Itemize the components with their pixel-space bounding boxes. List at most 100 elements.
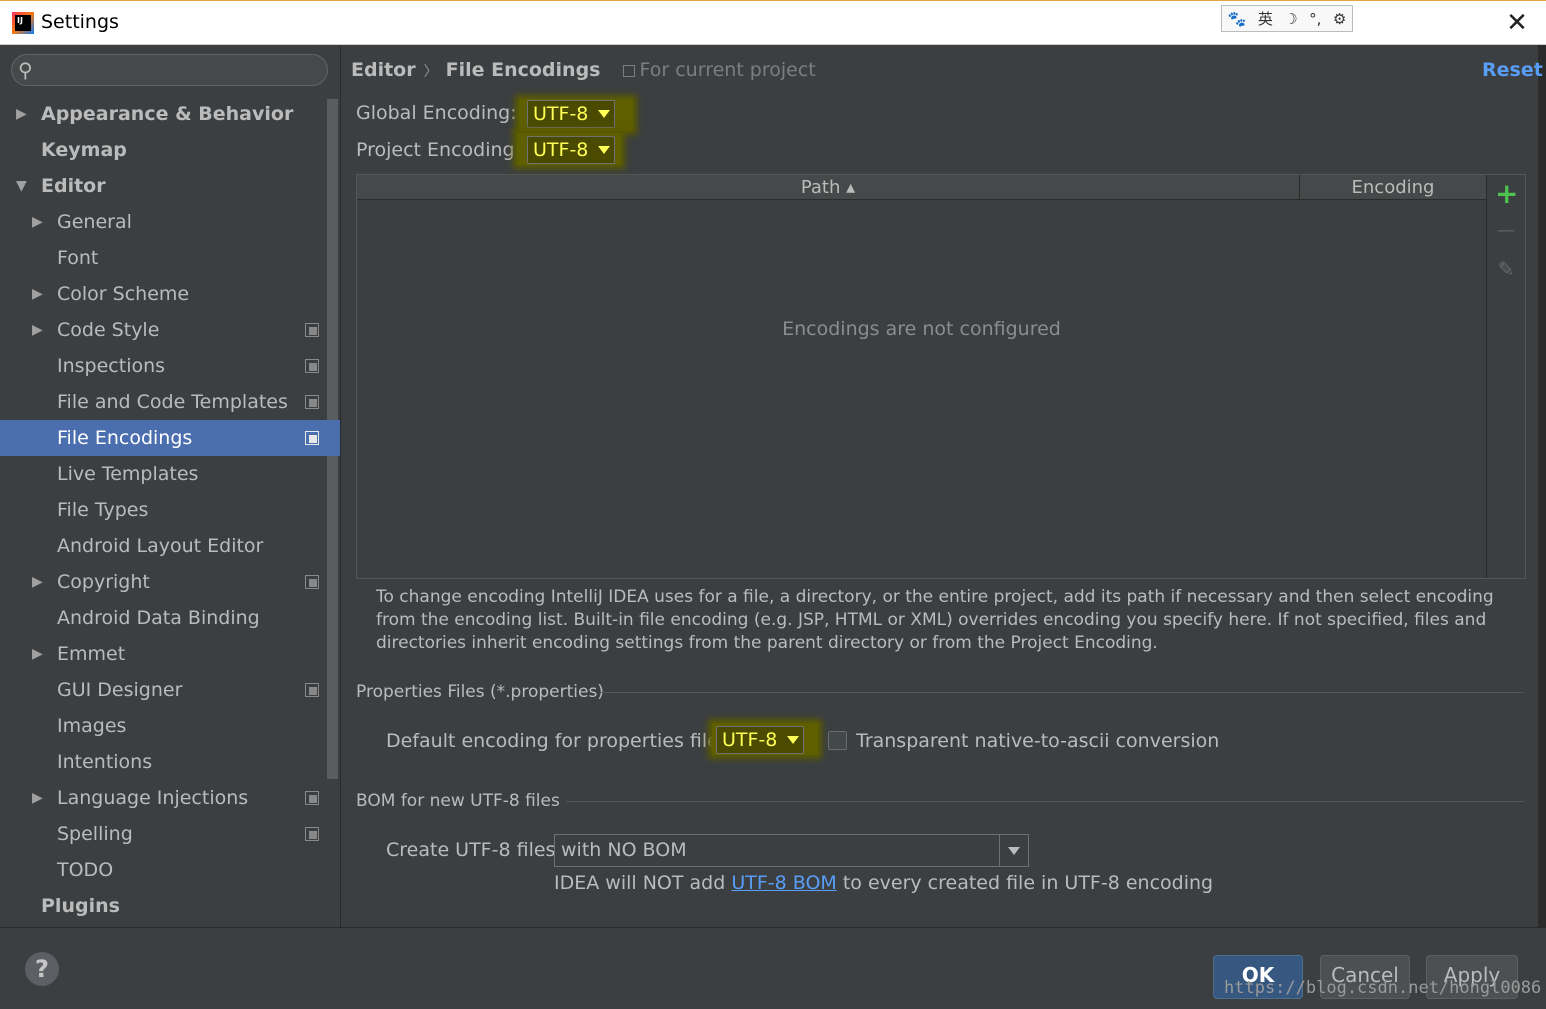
project-scope-icon [622,65,635,77]
sidebar-item[interactable]: ▶ Copyright [0,564,340,600]
sidebar-item-label: TODO [57,859,114,881]
sidebar-item-label: File Types [57,499,149,521]
sidebar-item[interactable]: File Encodings [0,420,340,456]
sidebar-item[interactable]: GUI Designer [0,672,340,708]
ime-language-toggle[interactable]: 英 [1258,8,1273,29]
breadcrumb-parent: Editor [351,59,416,81]
bom-note-prefix: IDEA will NOT add [554,872,732,894]
close-icon[interactable]: ✕ [1504,9,1530,37]
sidebar-item-label: Live Templates [57,463,199,485]
sidebar-item[interactable]: File and Code Templates [0,384,340,420]
sidebar-item[interactable]: ▶ Color Scheme [0,276,340,312]
transparent-conversion-checkbox[interactable] [828,731,847,750]
sidebar-item-label: Copyright [57,571,150,593]
breadcrumb-separator: 〉 [423,64,438,80]
bom-section-title: BOM for new UTF-8 files [356,791,560,811]
sidebar-item-label: Inspections [57,355,166,377]
global-encoding-value: UTF-8 [533,103,589,125]
transparent-conversion-label[interactable]: Transparent native-to-ascii conversion [856,730,1219,752]
sidebar-item[interactable]: TODO [0,852,340,888]
project-encoding-value: UTF-8 [533,139,589,161]
sidebar-item-label: Language Injections [57,787,249,809]
project-scope-icon [305,431,319,445]
project-scope-icon [305,395,319,409]
add-icon[interactable]: + [1495,180,1518,208]
bom-note-suffix: to every created file in UTF-8 encoding [836,872,1214,894]
project-scope-icon [305,359,319,373]
expand-right-icon[interactable]: ▶ [32,204,43,240]
sidebar-item-label: File Encodings [57,427,193,449]
properties-section-title: Properties Files (*.properties) [356,682,604,702]
expand-right-icon[interactable]: ▶ [32,312,43,348]
sidebar-item[interactable]: Keymap [0,132,340,168]
create-utf8-value: with NO BOM [561,839,687,861]
global-encoding-select[interactable]: UTF-8 [527,100,615,128]
sidebar-item-label: Plugins [41,895,120,917]
expand-right-icon[interactable]: ▶ [32,564,43,600]
sidebar-item[interactable]: ▶ Code Style [0,312,340,348]
sidebar-item[interactable]: ▶ Appearance & Behavior [0,96,340,132]
window-title: Settings [41,11,119,33]
remove-icon[interactable]: — [1495,220,1517,242]
sidebar-item[interactable]: ▶ General [0,204,340,240]
sidebar-item[interactable]: ▶ Language Injections [0,780,340,816]
breadcrumb-current: File Encodings [445,59,601,81]
scope-label: For current project [639,59,816,81]
section-divider [600,692,1524,693]
expand-right-icon[interactable]: ▶ [32,276,43,312]
ime-punctuation-icon[interactable]: °, [1309,10,1321,28]
column-header-encoding[interactable]: Encoding [1300,175,1486,200]
sidebar-item[interactable]: Android Layout Editor [0,528,340,564]
chevron-down-icon[interactable] [999,835,1028,866]
sidebar-item[interactable]: ▶ Emmet [0,636,340,672]
sidebar-item[interactable]: Spelling [0,816,340,852]
create-utf8-label: Create UTF-8 files: [386,839,562,861]
ime-logo-icon[interactable]: 🐾 [1228,10,1247,28]
utf8-bom-link[interactable]: UTF-8 BOM [731,872,836,894]
sidebar-item[interactable]: Android Data Binding [0,600,340,636]
project-encoding-select[interactable]: UTF-8 [527,136,615,164]
sidebar-item[interactable]: ▼ Editor [0,168,340,204]
project-scope-icon [305,791,319,805]
encoding-mappings-table[interactable]: Path ▴ Encoding Encodings are not config… [356,174,1526,579]
properties-encoding-select[interactable]: UTF-8 [716,726,804,754]
ime-moon-icon[interactable]: ☽ [1284,10,1297,28]
sidebar-item[interactable]: File Types [0,492,340,528]
project-scope-icon [305,323,319,337]
sidebar-item[interactable]: Intentions [0,744,340,780]
help-button[interactable]: ? [25,952,59,986]
expand-right-icon[interactable]: ▶ [16,96,27,132]
create-utf8-select[interactable]: with NO BOM [554,834,1029,867]
sidebar-item-label: File and Code Templates [57,391,288,413]
sidebar-item[interactable]: Images [0,708,340,744]
sidebar-item-label: GUI Designer [57,679,183,701]
sidebar-item[interactable]: Live Templates [0,456,340,492]
expand-down-icon[interactable]: ▼ [16,168,27,204]
watermark-text: https://blog.csdn.net/hongl0086 [1224,978,1542,998]
ime-toolbar[interactable]: 🐾 英 ☽ °, ⚙ [1221,5,1353,32]
sidebar-item[interactable]: Plugins [0,888,340,924]
sidebar-item[interactable]: Font [0,240,340,276]
expand-right-icon[interactable]: ▶ [32,780,43,816]
default-properties-encoding-label: Default encoding for properties files: [386,730,736,752]
reset-link[interactable]: Reset [1482,59,1543,81]
search-input[interactable]: ⚲ [11,54,328,86]
sidebar-item-label: Emmet [57,643,126,665]
encoding-description: To change encoding IntelliJ IDEA uses fo… [376,587,1494,653]
sidebar-item-label: Font [57,247,99,269]
window-right-edge [1538,45,1546,927]
sidebar-item-label: Editor [41,175,106,197]
sidebar-item-label: General [57,211,132,233]
settings-sidebar: ⚲ ▶ Appearance & Behavior Keymap ▼ Editor ▶ Ge… [0,45,341,927]
ime-settings-icon[interactable]: ⚙ [1333,10,1346,28]
column-header-path[interactable]: Path ▴ [357,175,1299,200]
edit-icon[interactable]: ✎ [1495,258,1517,280]
chevron-down-icon [787,736,800,744]
project-scope-icon [305,575,319,589]
sidebar-item[interactable]: Inspections [0,348,340,384]
sidebar-item-label: Android Data Binding [57,607,260,629]
bom-note: IDEA will NOT add UTF-8 BOM to every cre… [554,872,1213,894]
project-encoding-label: Project Encoding: [356,139,522,161]
sidebar-item-label: Keymap [41,139,127,161]
expand-right-icon[interactable]: ▶ [32,636,43,672]
